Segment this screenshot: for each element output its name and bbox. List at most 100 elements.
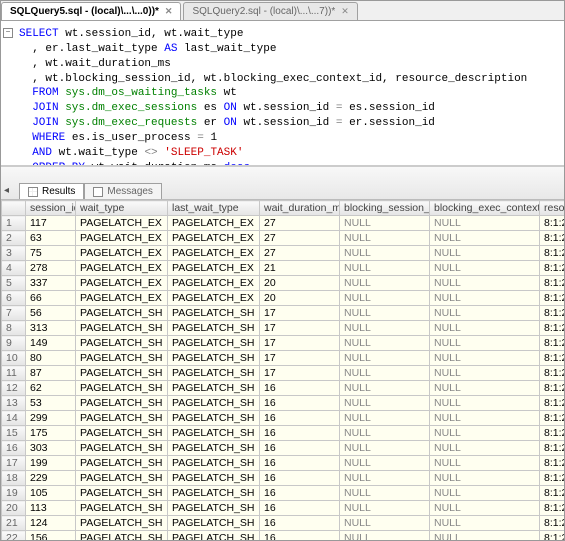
cell[interactable]: 87 (26, 366, 76, 381)
cell[interactable]: PAGELATCH_SH (76, 486, 168, 501)
row-number[interactable]: 8 (2, 321, 26, 336)
cell[interactable]: PAGELATCH_SH (76, 516, 168, 531)
cell[interactable]: NULL (430, 216, 540, 231)
table-row[interactable]: 16303PAGELATCH_SHPAGELATCH_SH16NULLNULL8… (2, 441, 565, 456)
row-number[interactable]: 7 (2, 306, 26, 321)
cell[interactable]: 8:1:20354 (540, 516, 565, 531)
cell[interactable]: NULL (430, 246, 540, 261)
cell[interactable]: NULL (340, 531, 430, 541)
cell[interactable]: NULL (430, 261, 540, 276)
cell[interactable]: NULL (340, 426, 430, 441)
cell[interactable]: 16 (260, 501, 340, 516)
cell[interactable]: PAGELATCH_SH (76, 411, 168, 426)
cell[interactable]: NULL (340, 321, 430, 336)
table-row[interactable]: 14299PAGELATCH_SHPAGELATCH_SH16NULLNULL8… (2, 411, 565, 426)
cell[interactable]: NULL (430, 486, 540, 501)
cell[interactable]: PAGELATCH_EX (76, 291, 168, 306)
cell[interactable]: 8:1:20354 (540, 396, 565, 411)
cell[interactable]: NULL (430, 516, 540, 531)
row-number[interactable]: 17 (2, 456, 26, 471)
table-row[interactable]: 375PAGELATCH_EXPAGELATCH_EX27NULLNULL8:1… (2, 246, 565, 261)
cell[interactable]: 124 (26, 516, 76, 531)
cell[interactable]: NULL (340, 336, 430, 351)
cell[interactable]: PAGELATCH_SH (76, 306, 168, 321)
results-grid-panel[interactable]: session_idwait_typelast_wait_typewait_du… (1, 200, 564, 540)
cell[interactable]: 8:1:20354 (540, 366, 565, 381)
cell[interactable]: NULL (430, 501, 540, 516)
doc-tab-2[interactable]: SQLQuery2.sql - (local)\...\...7))* ✕ (183, 2, 357, 20)
cell[interactable]: 16 (260, 381, 340, 396)
cell[interactable]: 299 (26, 411, 76, 426)
cell[interactable]: NULL (340, 411, 430, 426)
cell[interactable]: 105 (26, 486, 76, 501)
cell[interactable]: 8:1:20354 (540, 246, 565, 261)
cell[interactable]: NULL (340, 291, 430, 306)
cell[interactable]: NULL (430, 351, 540, 366)
cell[interactable]: NULL (340, 276, 430, 291)
cell[interactable]: PAGELATCH_SH (168, 336, 260, 351)
cell[interactable]: NULL (430, 396, 540, 411)
fold-icon[interactable]: − (3, 28, 13, 38)
cell[interactable]: 17 (260, 336, 340, 351)
cell[interactable]: NULL (340, 261, 430, 276)
row-number[interactable]: 19 (2, 486, 26, 501)
cell[interactable]: 8:1:20354 (540, 261, 565, 276)
cell[interactable]: NULL (430, 381, 540, 396)
table-row[interactable]: 19105PAGELATCH_SHPAGELATCH_SH16NULLNULL8… (2, 486, 565, 501)
cell[interactable]: PAGELATCH_SH (168, 516, 260, 531)
row-number[interactable]: 14 (2, 411, 26, 426)
cell[interactable]: 80 (26, 351, 76, 366)
cell[interactable]: PAGELATCH_EX (168, 246, 260, 261)
table-row[interactable]: 21124PAGELATCH_SHPAGELATCH_SH16NULLNULL8… (2, 516, 565, 531)
cell[interactable]: 149 (26, 336, 76, 351)
row-number[interactable]: 18 (2, 471, 26, 486)
cell[interactable]: PAGELATCH_SH (168, 471, 260, 486)
cell[interactable]: NULL (430, 321, 540, 336)
cell[interactable]: 27 (260, 216, 340, 231)
row-number[interactable]: 3 (2, 246, 26, 261)
cell[interactable]: PAGELATCH_EX (168, 261, 260, 276)
table-row[interactable]: 1353PAGELATCH_SHPAGELATCH_SH16NULLNULL8:… (2, 396, 565, 411)
cell[interactable]: 8:1:20354 (540, 306, 565, 321)
cell[interactable]: 8:1:20354 (540, 321, 565, 336)
row-number[interactable]: 10 (2, 351, 26, 366)
cell[interactable]: NULL (340, 441, 430, 456)
cell[interactable]: PAGELATCH_SH (168, 321, 260, 336)
cell[interactable]: PAGELATCH_SH (76, 336, 168, 351)
cell[interactable]: 8:1:20354 (540, 336, 565, 351)
cell[interactable]: PAGELATCH_EX (76, 216, 168, 231)
cell[interactable]: 278 (26, 261, 76, 276)
cell[interactable]: NULL (340, 216, 430, 231)
table-row[interactable]: 18229PAGELATCH_SHPAGELATCH_SH16NULLNULL8… (2, 471, 565, 486)
cell[interactable]: PAGELATCH_SH (76, 456, 168, 471)
row-number[interactable]: 6 (2, 291, 26, 306)
cell[interactable]: 8:1:20354 (540, 456, 565, 471)
table-row[interactable]: 1117PAGELATCH_EXPAGELATCH_EX27NULLNULL8:… (2, 216, 565, 231)
cell[interactable]: 199 (26, 456, 76, 471)
cell[interactable]: 62 (26, 381, 76, 396)
cell[interactable]: 27 (260, 231, 340, 246)
cell[interactable]: PAGELATCH_SH (168, 381, 260, 396)
column-header[interactable]: resource_description (540, 201, 565, 216)
cell[interactable]: 8:1:20354 (540, 291, 565, 306)
row-header-corner[interactable] (2, 201, 26, 216)
cell[interactable]: PAGELATCH_SH (168, 441, 260, 456)
row-number[interactable]: 12 (2, 381, 26, 396)
cell[interactable]: NULL (430, 411, 540, 426)
cell[interactable]: NULL (430, 471, 540, 486)
cell[interactable]: 17 (260, 366, 340, 381)
column-header[interactable]: blocking_session_id (340, 201, 430, 216)
cell[interactable]: NULL (430, 336, 540, 351)
sql-editor[interactable]: − SELECT wt.session_id, wt.wait_type , e… (1, 21, 564, 166)
cell[interactable]: PAGELATCH_EX (76, 231, 168, 246)
table-row[interactable]: 1080PAGELATCH_SHPAGELATCH_SH17NULLNULL8:… (2, 351, 565, 366)
cell[interactable]: 8:1:20354 (540, 381, 565, 396)
table-row[interactable]: 22156PAGELATCH_SHPAGELATCH_SH16NULLNULL8… (2, 531, 565, 541)
row-number[interactable]: 15 (2, 426, 26, 441)
cell[interactable]: NULL (430, 456, 540, 471)
chevron-left-icon[interactable]: ◂ (4, 185, 16, 197)
cell[interactable]: 117 (26, 216, 76, 231)
cell[interactable]: 16 (260, 441, 340, 456)
cell[interactable]: PAGELATCH_EX (168, 231, 260, 246)
table-row[interactable]: 666PAGELATCH_EXPAGELATCH_EX20NULLNULL8:1… (2, 291, 565, 306)
